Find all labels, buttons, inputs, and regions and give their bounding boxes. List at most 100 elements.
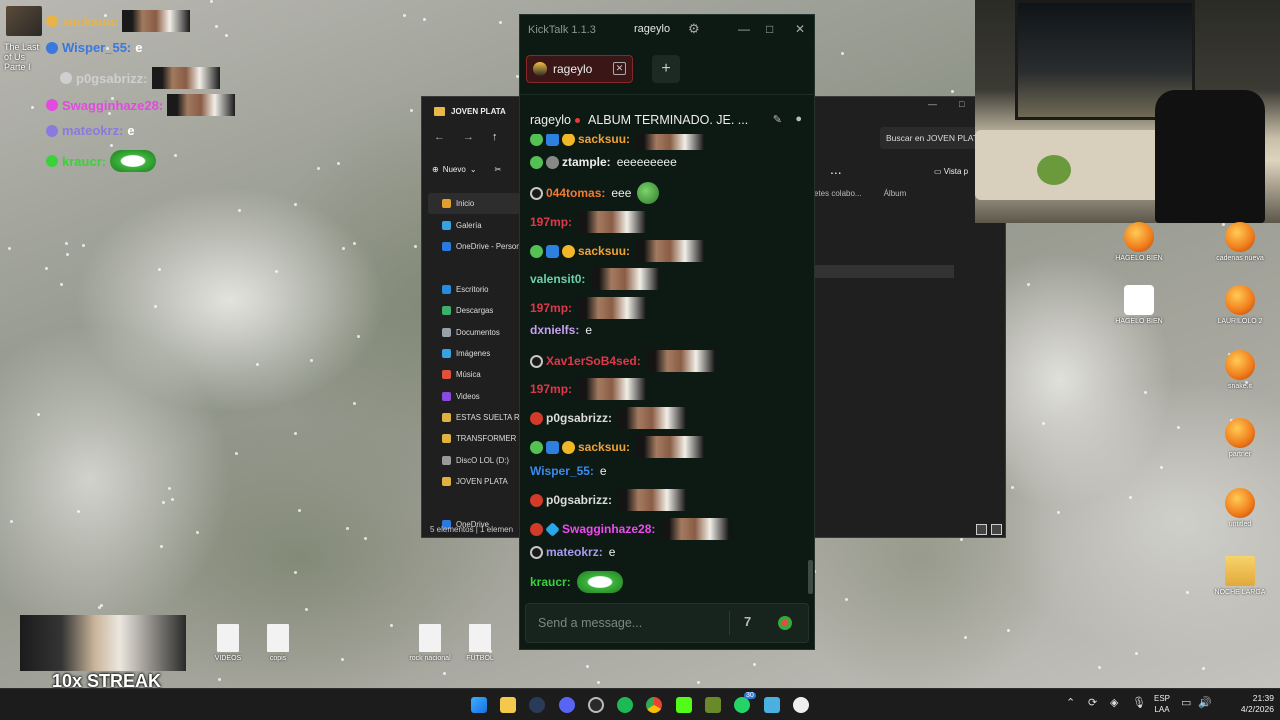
- chat-message[interactable]: dxnielfs: e: [530, 323, 592, 337]
- maximize-icon[interactable]: □: [959, 99, 964, 109]
- chat-username[interactable]: 197mp:: [530, 215, 572, 229]
- desktop-file[interactable]: rock nacional: [402, 624, 458, 663]
- chat-message[interactable]: sacksuu:: [530, 134, 705, 150]
- obs-icon[interactable]: [588, 697, 604, 713]
- sidebar-item[interactable]: Documentos: [428, 321, 520, 342]
- user-icon[interactable]: ●: [795, 113, 802, 125]
- column-header[interactable]: etes colabo...: [814, 189, 862, 198]
- sidebar-item[interactable]: Videos: [428, 386, 520, 407]
- sidebar-item[interactable]: DiscO LOL (D:): [428, 450, 520, 471]
- sidebar-item[interactable]: JOVEN PLATA: [428, 471, 520, 492]
- details-view-icon[interactable]: [976, 524, 987, 535]
- desktop-icon[interactable]: cadenas nueva: [1212, 222, 1268, 263]
- chat-username[interactable]: Wisper_55:: [530, 464, 594, 478]
- column-header[interactable]: Álbum: [884, 189, 907, 198]
- shield-icon[interactable]: ◈: [1110, 696, 1118, 709]
- desktop-icon[interactable]: untitled: [1212, 488, 1268, 529]
- chat-message[interactable]: p0gsabrizz:: [530, 489, 687, 511]
- chat-username[interactable]: p0gsabrizz:: [546, 493, 612, 507]
- desktop-file[interactable]: copis: [250, 624, 306, 663]
- pin-icon[interactable]: ✎: [773, 113, 782, 126]
- chat-username[interactable]: mateokrz:: [546, 545, 603, 559]
- chat-username[interactable]: sacksuu:: [578, 134, 630, 146]
- kick-icon[interactable]: [676, 697, 692, 713]
- more-options-button[interactable]: ...: [830, 161, 842, 177]
- sidebar-item[interactable]: ESTAS SUELTA RU: [428, 407, 520, 428]
- chat-username[interactable]: Swagginhaze28:: [562, 522, 655, 536]
- sidebar-item[interactable]: TRANSFORMER: [428, 428, 520, 449]
- sync-icon[interactable]: ⟳: [1088, 696, 1097, 709]
- steam-icon[interactable]: [529, 697, 545, 713]
- message-input[interactable]: [526, 604, 726, 642]
- clock[interactable]: 21:39 4/2/2026: [1226, 693, 1274, 715]
- desktop-icon[interactable]: LAURILOLO 2: [1212, 285, 1268, 326]
- chat-message[interactable]: kraucr:: [530, 571, 623, 593]
- maximize-icon[interactable]: □: [766, 22, 773, 36]
- chat-message[interactable]: valensit0:: [530, 268, 660, 290]
- sidebar-item[interactable]: Descargas: [428, 300, 520, 321]
- kick-emote-icon[interactable]: [778, 616, 792, 630]
- chevron-up-icon[interactable]: ⌃: [1066, 696, 1075, 709]
- chat-message[interactable]: mateokrz: e: [530, 545, 615, 559]
- chrome-icon[interactable]: [646, 697, 662, 713]
- gear-icon[interactable]: ⚙: [688, 21, 700, 37]
- chat-username[interactable]: 197mp:: [530, 301, 572, 315]
- chat-message[interactable]: ztample: eeeeeeeee: [530, 155, 677, 169]
- chat-username[interactable]: dxnielfs:: [530, 323, 579, 337]
- chat-message[interactable]: 197mp:: [530, 378, 647, 400]
- app-icon[interactable]: [705, 697, 721, 713]
- forward-arrow-icon[interactable]: →: [463, 131, 474, 143]
- cut-icon[interactable]: ✂: [495, 165, 502, 174]
- start-icon[interactable]: [471, 697, 487, 713]
- chat-username[interactable]: p0gsabrizz:: [546, 411, 612, 425]
- whatsapp-icon[interactable]: [734, 697, 750, 713]
- desktop-file[interactable]: FUTBOL: [452, 624, 508, 663]
- sidebar-item[interactable]: OneDrive - Persona: [428, 236, 520, 257]
- chat-scrollbar[interactable]: [808, 560, 813, 594]
- chat-username[interactable]: sacksuu:: [578, 244, 630, 258]
- kicktalk-window[interactable]: KickTalk 1.1.3 rageylo ⚙ — □ ✕ rageylo ✕…: [519, 14, 815, 650]
- explorer-icon[interactable]: [500, 697, 516, 713]
- chat-message[interactable]: sacksuu:: [530, 240, 705, 262]
- sidebar-item[interactable]: Música: [428, 364, 520, 385]
- minimize-icon[interactable]: —: [738, 22, 750, 36]
- chat-message[interactable]: Xav1erSoB4sed:: [530, 350, 715, 372]
- network-icon[interactable]: ▭: [1181, 696, 1191, 709]
- volume-icon[interactable]: 🔊: [1198, 696, 1212, 709]
- chat-username[interactable]: 197mp:: [530, 382, 572, 396]
- 7tv-emote-icon[interactable]: 7: [744, 614, 751, 629]
- chat-message[interactable]: 197mp:: [530, 297, 647, 319]
- desktop-icon[interactable]: HAGELO BIEN: [1111, 222, 1167, 263]
- mic-icon[interactable]: 🎙: [1132, 696, 1146, 709]
- minimize-icon[interactable]: —: [928, 99, 937, 109]
- chat-username[interactable]: valensit0:: [530, 272, 585, 286]
- chat-message[interactable]: sacksuu:: [530, 436, 705, 458]
- chat-username[interactable]: sacksuu:: [578, 440, 630, 454]
- notepad-icon[interactable]: [764, 697, 780, 713]
- close-tab-icon[interactable]: ✕: [613, 62, 626, 75]
- desktop-icon[interactable]: snake.it: [1212, 350, 1268, 391]
- back-arrow-icon[interactable]: ←: [434, 131, 445, 143]
- add-tab-button[interactable]: +: [652, 55, 680, 83]
- file-row-highlight[interactable]: [814, 265, 954, 278]
- spotify-icon[interactable]: [617, 697, 633, 713]
- discord-icon[interactable]: [559, 697, 575, 713]
- desktop-icon[interactable]: NOCHE LARGA: [1212, 556, 1268, 597]
- new-button[interactable]: ⊕ Nuevo ⌄ ✂: [432, 165, 501, 174]
- chat-username[interactable]: Xav1erSoB4sed:: [546, 354, 641, 368]
- sidebar-item[interactable]: Imágenes: [428, 343, 520, 364]
- close-icon[interactable]: ✕: [795, 22, 805, 36]
- game-shortcut-icon[interactable]: [6, 6, 42, 36]
- sidebar-item[interactable]: Galería: [428, 214, 520, 235]
- chat-username[interactable]: 044tomas:: [546, 186, 605, 200]
- media-player-icon[interactable]: [793, 697, 809, 713]
- language-indicator[interactable]: ESP LAA: [1152, 693, 1172, 715]
- up-arrow-icon[interactable]: ↑: [492, 131, 498, 143]
- sidebar-item[interactable]: Inicio: [428, 193, 520, 215]
- desktop-file[interactable]: VIDEOS: [200, 624, 256, 663]
- chat-username[interactable]: kraucr:: [530, 575, 571, 589]
- chat-message[interactable]: 197mp:: [530, 211, 647, 233]
- desktop-icon[interactable]: partner: [1212, 418, 1268, 459]
- sidebar-item[interactable]: Escritorio: [428, 279, 520, 300]
- tab-rageylo[interactable]: rageylo ✕: [526, 55, 633, 83]
